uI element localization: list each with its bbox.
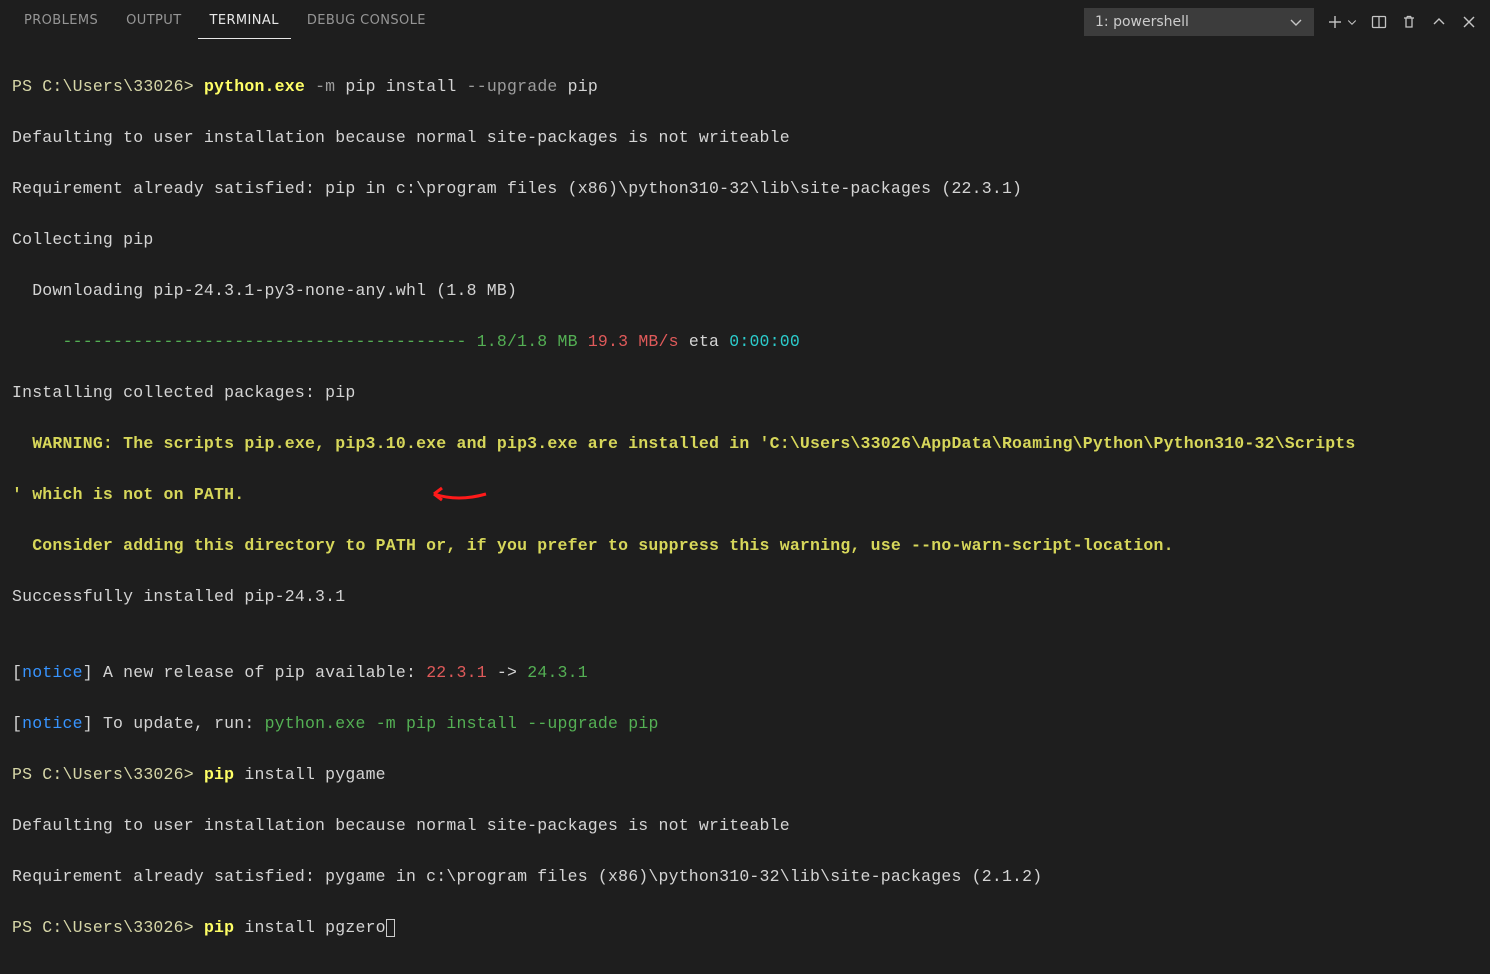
new-terminal-button[interactable]: [1326, 13, 1344, 31]
tab-problems[interactable]: PROBLEMS: [12, 5, 110, 39]
arg: install pgzero: [234, 918, 386, 937]
terminal-line: Collecting pip: [12, 227, 1478, 253]
prompt: PS C:\Users\33026>: [12, 765, 204, 784]
command: pip: [204, 765, 234, 784]
terminal-line: Installing collected packages: pip: [12, 380, 1478, 406]
bracket: [: [12, 663, 22, 682]
new-version: 24.3.1: [527, 663, 588, 682]
tab-terminal[interactable]: TERMINAL: [198, 5, 291, 39]
flag: --upgrade: [467, 77, 558, 96]
progress-speed: 19.3 MB/s: [588, 332, 679, 351]
cursor: [386, 919, 395, 937]
old-version: 22.3.1: [426, 663, 487, 682]
terminal-line: Defaulting to user installation because …: [12, 125, 1478, 151]
terminal-line: ----------------------------------------…: [12, 329, 1478, 355]
terminal-output[interactable]: PS C:\Users\33026> python.exe -m pip ins…: [0, 44, 1490, 974]
shell-selector[interactable]: 1: powershell: [1084, 8, 1314, 36]
arg: pip: [558, 77, 598, 96]
prompt: PS C:\Users\33026>: [12, 918, 204, 937]
eta-value: 0:00:00: [729, 332, 800, 351]
notice-tag: notice: [22, 714, 83, 733]
warning-line: Consider adding this directory to PATH o…: [12, 533, 1478, 559]
terminal-line: Requirement already satisfied: pip in c:…: [12, 176, 1478, 202]
text: To update, run:: [93, 714, 265, 733]
panel-header: PROBLEMS OUTPUT TERMINAL DEBUG CONSOLE 1…: [0, 0, 1490, 44]
terminal-line: PS C:\Users\33026> pip install pgzero: [12, 915, 1478, 941]
bracket: ]: [83, 714, 93, 733]
bracket: [: [12, 714, 22, 733]
prompt: PS C:\Users\33026>: [12, 77, 204, 96]
eta-label: eta: [679, 332, 730, 351]
split-terminal-button[interactable]: [1370, 13, 1388, 31]
pad: [12, 332, 63, 351]
terminal-line: Requirement already satisfied: pygame in…: [12, 864, 1478, 890]
tab-output[interactable]: OUTPUT: [114, 5, 193, 39]
terminal-line: PS C:\Users\33026> python.exe -m pip ins…: [12, 74, 1478, 100]
suggested-command: python.exe -m pip install --upgrade pip: [265, 714, 659, 733]
arg: install pygame: [234, 765, 386, 784]
chevron-down-icon: [1287, 13, 1305, 31]
terminal-controls: 1: powershell: [1084, 8, 1478, 36]
text: A new release of pip available:: [93, 663, 426, 682]
command: python.exe: [204, 77, 305, 96]
terminal-line: PS C:\Users\33026> pip install pygame: [12, 762, 1478, 788]
tab-debug-console[interactable]: DEBUG CONSOLE: [295, 5, 438, 39]
warning-line: ' which is not on PATH.: [12, 482, 1478, 508]
kill-terminal-button[interactable]: [1400, 13, 1418, 31]
notice-line: [notice] To update, run: python.exe -m p…: [12, 711, 1478, 737]
notice-line: [notice] A new release of pip available:…: [12, 660, 1478, 686]
terminal-line: Successfully installed pip-24.3.1: [12, 584, 1478, 610]
notice-tag: notice: [22, 663, 83, 682]
warning-line: WARNING: The scripts pip.exe, pip3.10.ex…: [12, 431, 1478, 457]
arg: pip install: [335, 77, 466, 96]
terminal-line: Downloading pip-24.3.1-py3-none-any.whl …: [12, 278, 1478, 304]
shell-selector-label: 1: powershell: [1095, 14, 1189, 30]
progress-size: 1.8/1.8 MB: [477, 332, 588, 351]
close-panel-button[interactable]: [1460, 13, 1478, 31]
arrow: ->: [487, 663, 527, 682]
panel-tabs: PROBLEMS OUTPUT TERMINAL DEBUG CONSOLE: [12, 5, 438, 39]
maximize-panel-button[interactable]: [1430, 13, 1448, 31]
chevron-down-icon[interactable]: [1346, 13, 1358, 31]
flag: -m: [305, 77, 335, 96]
progress-bar: ----------------------------------------: [63, 332, 477, 351]
command: pip: [204, 918, 234, 937]
bracket: ]: [83, 663, 93, 682]
terminal-line: Defaulting to user installation because …: [12, 813, 1478, 839]
